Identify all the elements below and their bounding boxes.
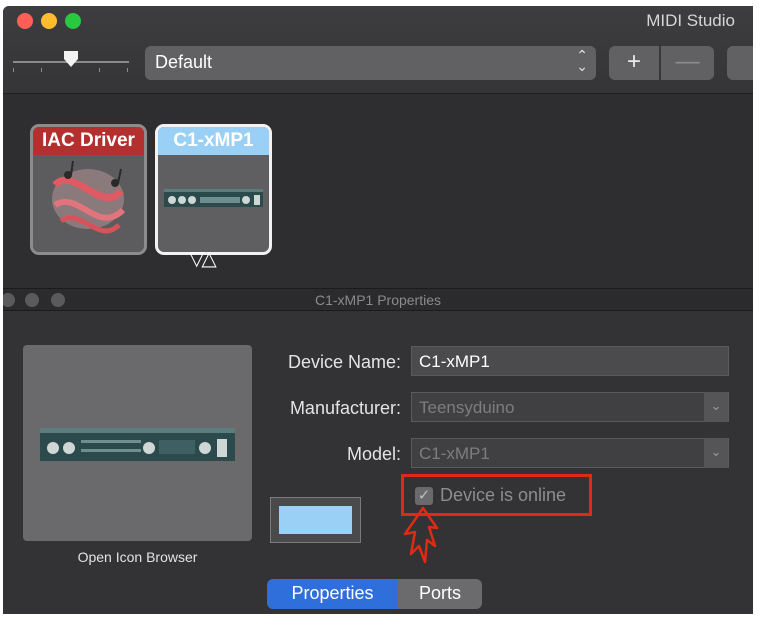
properties-title: C1-xMP1 Properties	[314, 292, 442, 308]
properties-titlebar: C1-xMP1 Properties	[3, 288, 753, 311]
configuration-popup[interactable]: Default ⌃ ⌄	[145, 46, 596, 80]
zoom-window-button[interactable]	[65, 13, 81, 29]
toolbar-button-partial[interactable]	[727, 46, 753, 80]
device-name-label: Device Name:	[287, 352, 401, 372]
slider-tick	[41, 68, 42, 72]
remove-device-button[interactable]: —	[661, 46, 714, 80]
midi-interface-icon	[164, 189, 263, 207]
tab-properties[interactable]: Properties	[267, 579, 398, 609]
up-down-arrows-icon: ⌃ ⌄	[576, 47, 588, 74]
minimize-window-button[interactable]	[41, 13, 57, 29]
device-icon-well[interactable]	[23, 345, 252, 541]
open-icon-browser-label[interactable]: Open Icon Browser	[23, 549, 252, 565]
midi-interface-icon	[40, 428, 235, 461]
window-title: MIDI Studio	[646, 11, 735, 30]
device-label: C1-xMP1	[158, 127, 269, 155]
manufacturer-label: Manufacturer:	[289, 398, 401, 418]
chevron-down-icon[interactable]: ⌄	[704, 392, 728, 422]
slider-tick	[13, 68, 14, 72]
close-window-button[interactable]	[17, 13, 33, 29]
properties-panel: C1-xMP1 Properties Open Icon Browser Dev…	[3, 288, 753, 614]
device-online-label: Device is online	[440, 485, 567, 505]
pointer-arrow-icon	[403, 506, 439, 564]
device-name-field[interactable]: C1-xMP1	[411, 346, 729, 376]
manufacturer-combo[interactable]: Teensyduino ⌄	[411, 392, 729, 422]
slider-thumb[interactable]	[63, 50, 79, 68]
color-swatch	[279, 506, 352, 534]
model-combo[interactable]: C1-xMP1 ⌄	[411, 438, 729, 468]
tab-ports[interactable]: Ports	[398, 579, 482, 609]
device-online-checkbox[interactable]: ✓	[415, 487, 433, 505]
chevron-down-icon[interactable]: ⌄	[704, 438, 728, 468]
slider-tick	[127, 68, 128, 72]
manufacturer-value: Teensyduino	[419, 398, 515, 417]
device-canvas: IAC Driver C1-xMP1 ▽△	[3, 94, 753, 288]
toolbar: MIDI Studio Default ⌃ ⌄ + —	[3, 6, 753, 94]
slider-tick	[99, 68, 100, 72]
device-color-well[interactable]	[270, 497, 361, 543]
device-c1-xmp1[interactable]: C1-xMP1	[155, 124, 272, 255]
device-iac-driver[interactable]: IAC Driver	[30, 124, 147, 255]
model-label: Model:	[346, 444, 401, 464]
midi-studio-window: MIDI Studio Default ⌃ ⌄ + — IAC Driver C…	[3, 6, 753, 614]
iac-driver-icon	[52, 160, 126, 234]
device-name-value: C1-xMP1	[419, 352, 490, 371]
model-value: C1-xMP1	[419, 444, 490, 463]
port-arrows-icon[interactable]: ▽△	[189, 246, 217, 271]
configuration-value: Default	[155, 52, 213, 72]
device-label: IAC Driver	[33, 127, 144, 155]
add-device-button[interactable]: +	[609, 46, 659, 80]
